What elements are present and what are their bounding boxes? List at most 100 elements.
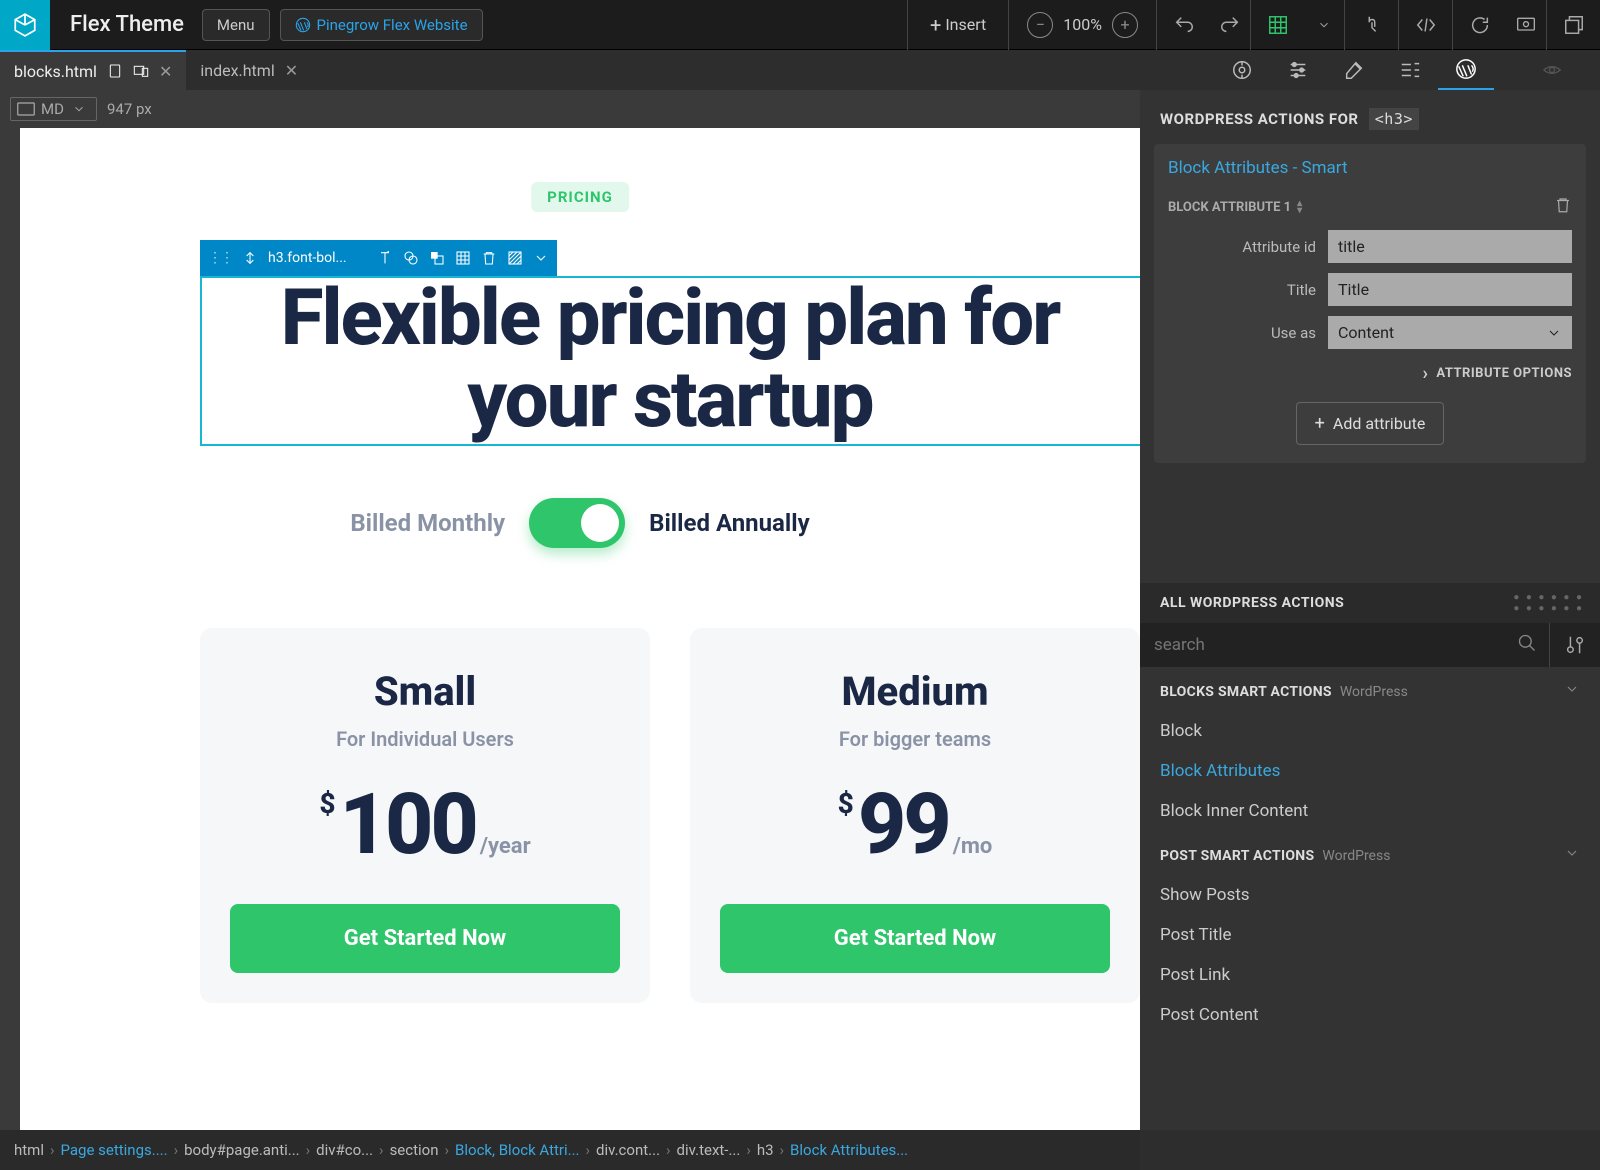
visibility-toggle[interactable] xyxy=(1524,50,1580,90)
actions-search xyxy=(1140,623,1600,667)
expand-icon[interactable] xyxy=(242,250,258,266)
panel-tab-preview[interactable] xyxy=(1214,50,1270,90)
breadcrumb-separator: › xyxy=(586,1141,591,1159)
billed-annually-label: Billed Annually xyxy=(649,509,810,537)
menu-button[interactable]: Menu xyxy=(202,9,270,41)
drag-dots-icon[interactable]: ● ● ● ● ● ●● ● ● ● ● ● xyxy=(1513,592,1584,614)
search-icon[interactable] xyxy=(1505,633,1549,657)
canvas-viewport[interactable]: PRICING ⋮⋮ h3.font-bol... Flexible prici… xyxy=(20,128,1140,1130)
windows-button[interactable] xyxy=(1546,0,1600,50)
action-item[interactable]: Block xyxy=(1140,711,1600,751)
attr-id-input[interactable] xyxy=(1328,230,1572,263)
get-started-button[interactable]: Get Started Now xyxy=(230,904,620,973)
billing-toggle[interactable] xyxy=(529,498,625,548)
preview-button[interactable] xyxy=(1506,0,1546,50)
selection-toolbar[interactable]: ⋮⋮ h3.font-bol... xyxy=(200,240,557,276)
tab-blocks[interactable]: blocks.html ✕ xyxy=(0,50,186,90)
breadcrumb-separator: › xyxy=(50,1141,55,1159)
drag-handle-icon[interactable]: ⋮⋮ xyxy=(208,250,232,266)
tools-icon[interactable] xyxy=(1549,623,1600,667)
grid-icon[interactable] xyxy=(455,250,471,266)
breadcrumb-item[interactable]: Block, Block Attri... xyxy=(455,1141,579,1159)
breadcrumb-item[interactable]: div#co... xyxy=(316,1141,373,1159)
panel-tab-properties[interactable] xyxy=(1270,50,1326,90)
attribute-options-toggle[interactable]: ATTRIBUTE OPTIONS xyxy=(1168,363,1572,384)
breadcrumb-item[interactable]: Block Attributes... xyxy=(790,1141,908,1159)
device-icon xyxy=(107,63,123,79)
block-attribute-label: BLOCK ATTRIBUTE 1 xyxy=(1168,200,1291,215)
zoom-out-button[interactable]: − xyxy=(1027,12,1053,38)
copy-icon[interactable] xyxy=(429,250,445,266)
grid-toggle-button[interactable] xyxy=(1250,0,1304,50)
action-item[interactable]: Post Title xyxy=(1140,915,1600,955)
zoom-controls: − 100% + xyxy=(1008,0,1156,50)
use-as-select[interactable]: Content xyxy=(1328,316,1572,349)
insert-button[interactable]: +Insert xyxy=(907,0,1008,50)
close-tab-icon[interactable]: ✕ xyxy=(285,61,298,80)
code-view-button[interactable] xyxy=(1398,0,1452,50)
click-mode-button[interactable] xyxy=(1344,0,1398,50)
panel-header-tag: <h3> xyxy=(1369,108,1419,130)
wordpress-site-label: Pinegrow Flex Website xyxy=(317,16,468,34)
selected-element-label: h3.font-bol... xyxy=(268,250,347,266)
trash-icon[interactable] xyxy=(481,250,497,266)
action-item[interactable]: Show Posts xyxy=(1140,875,1600,915)
breadcrumb-item[interactable]: div.text-... xyxy=(677,1141,741,1159)
close-tab-icon[interactable]: ✕ xyxy=(159,62,172,81)
add-attribute-label: Add attribute xyxy=(1333,414,1425,433)
zoom-in-button[interactable]: + xyxy=(1112,12,1138,38)
app-logo[interactable] xyxy=(0,0,50,50)
duplicate-icon[interactable] xyxy=(403,250,419,266)
action-item[interactable]: Post Link xyxy=(1140,955,1600,995)
use-as-value: Content xyxy=(1338,323,1394,342)
hatch-icon[interactable] xyxy=(507,250,523,266)
title-label: Title xyxy=(1168,281,1328,299)
card-title[interactable]: Block Attributes - Smart xyxy=(1168,158,1572,178)
breadcrumb-item[interactable]: html xyxy=(14,1141,44,1159)
panel-tab-wordpress[interactable] xyxy=(1438,50,1494,90)
add-attribute-button[interactable]: +Add attribute xyxy=(1296,402,1445,445)
price-period: /mo xyxy=(953,834,993,859)
delete-attribute-button[interactable] xyxy=(1554,196,1572,218)
action-group-header[interactable]: BLOCKS SMART ACTIONSWordPress xyxy=(1140,667,1600,711)
tab-index[interactable]: index.html ✕ xyxy=(186,50,312,90)
panel-tab-actions[interactable] xyxy=(1382,50,1438,90)
action-item[interactable]: Block Inner Content xyxy=(1140,791,1600,831)
chevron-down-icon[interactable] xyxy=(533,250,549,266)
chevron-down-icon xyxy=(1546,325,1562,341)
grid-dropdown[interactable] xyxy=(1304,0,1344,50)
canvas-area: MD 947 px PRICING ⋮⋮ h3.font-bol... xyxy=(0,90,1140,1130)
refresh-button[interactable] xyxy=(1452,0,1506,50)
pricing-card-small: Small For Individual Users $ 100 /year G… xyxy=(200,628,650,1003)
zoom-value[interactable]: 100% xyxy=(1063,15,1102,34)
price-period: /year xyxy=(480,834,531,859)
action-item[interactable]: Block Attributes xyxy=(1140,751,1600,791)
currency: $ xyxy=(319,787,335,820)
action-item[interactable]: Post Content xyxy=(1140,995,1600,1035)
breadcrumb: html › Page settings.... › body#page.anti...… xyxy=(0,1130,1140,1170)
breadcrumb-item[interactable]: div.cont... xyxy=(596,1141,660,1159)
breadcrumb-item[interactable]: h3 xyxy=(757,1141,774,1159)
action-group-header[interactable]: POST SMART ACTIONSWordPress xyxy=(1140,831,1600,875)
breakpoint-selector[interactable]: MD xyxy=(10,97,97,121)
breadcrumb-item[interactable]: body#page.anti... xyxy=(184,1141,300,1159)
page-headline[interactable]: Flexible pricing plan for your startup xyxy=(200,278,1140,442)
breadcrumb-item[interactable]: Page settings.... xyxy=(61,1141,168,1159)
sort-icon[interactable]: ▴▾ xyxy=(1297,200,1302,214)
all-actions-header: ALL WORDPRESS ACTIONS ● ● ● ● ● ●● ● ● ●… xyxy=(1140,583,1600,623)
search-input[interactable] xyxy=(1140,623,1505,667)
all-actions-label: ALL WORDPRESS ACTIONS xyxy=(1160,595,1344,611)
panel-tab-styles[interactable] xyxy=(1326,50,1382,90)
plan-name: Medium xyxy=(720,668,1110,715)
wordpress-site-link[interactable]: Pinegrow Flex Website xyxy=(280,9,483,41)
undo-button[interactable] xyxy=(1156,0,1210,50)
get-started-button[interactable]: Get Started Now xyxy=(720,904,1110,973)
text-edit-icon[interactable] xyxy=(377,250,393,266)
device-icon xyxy=(17,102,35,116)
title-input[interactable] xyxy=(1328,273,1572,306)
breadcrumb-separator: › xyxy=(780,1141,785,1159)
billing-toggle-row: Billed Monthly Billed Annually xyxy=(20,498,1140,548)
redo-button[interactable] xyxy=(1210,0,1250,50)
breadcrumb-item[interactable]: section xyxy=(390,1141,439,1159)
breadcrumb-separator: › xyxy=(174,1141,179,1159)
